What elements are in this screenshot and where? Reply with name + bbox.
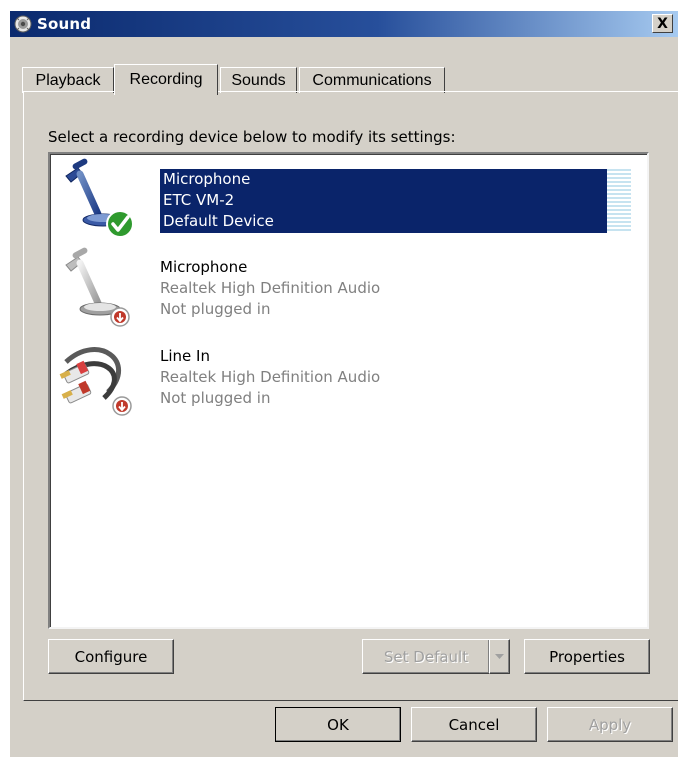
line-in-unplugged-icon bbox=[59, 347, 132, 416]
speaker-icon bbox=[14, 15, 32, 33]
list-item[interactable]: Microphone Realtek High Definition Audio… bbox=[50, 243, 645, 331]
device-name: Microphone bbox=[163, 170, 251, 188]
cancel-button-label: Cancel bbox=[448, 715, 500, 734]
device-list[interactable]: Microphone ETC VM-2 Default Device Micro… bbox=[48, 152, 649, 629]
close-button[interactable]: X bbox=[652, 14, 673, 33]
device-name: Microphone bbox=[160, 258, 248, 276]
level-meter bbox=[607, 169, 631, 233]
properties-button[interactable]: Properties bbox=[524, 639, 650, 674]
tab-communications[interactable]: Communications bbox=[299, 67, 445, 93]
ok-button-label: OK bbox=[327, 715, 349, 734]
configure-button[interactable]: Configure bbox=[48, 639, 174, 674]
title-bar[interactable]: Sound X bbox=[10, 11, 678, 37]
chevron-down-icon bbox=[495, 653, 504, 659]
list-item[interactable]: Line In Realtek High Definition Audio No… bbox=[50, 332, 645, 420]
device-driver: Realtek High Definition Audio bbox=[160, 368, 381, 386]
tab-recording-label: Recording bbox=[129, 71, 203, 88]
device-label: Microphone Realtek High Definition Audio… bbox=[160, 257, 380, 320]
device-label: Line In Realtek High Definition Audio No… bbox=[160, 346, 380, 409]
device-status: Not plugged in bbox=[160, 389, 271, 407]
set-default-button[interactable]: Set Default bbox=[362, 639, 490, 674]
device-status: Not plugged in bbox=[160, 300, 271, 318]
device-status: Default Device bbox=[163, 212, 274, 230]
tab-playback-label: Playback bbox=[35, 71, 101, 89]
cancel-button[interactable]: Cancel bbox=[411, 707, 537, 742]
device-name: Line In bbox=[160, 347, 210, 365]
instruction-text: Select a recording device below to modif… bbox=[48, 128, 456, 146]
device-driver: Realtek High Definition Audio bbox=[160, 279, 381, 297]
microphone-unplugged-icon bbox=[65, 247, 130, 327]
tab-communications-label: Communications bbox=[312, 71, 432, 89]
window-title: Sound bbox=[37, 15, 92, 33]
sound-dialog: Sound X Playback Recording Sounds Commun… bbox=[9, 10, 678, 757]
microphone-default-icon bbox=[65, 158, 134, 238]
tab-sounds[interactable]: Sounds bbox=[220, 67, 297, 93]
apply-button-label: Apply bbox=[588, 715, 632, 734]
device-driver: ETC VM-2 bbox=[163, 191, 235, 209]
tab-strip: Playback Recording Sounds Communications bbox=[22, 63, 662, 95]
device-label-selected: Microphone ETC VM-2 Default Device bbox=[160, 169, 607, 233]
configure-button-label: Configure bbox=[74, 647, 148, 666]
list-item[interactable]: Microphone ETC VM-2 Default Device bbox=[50, 154, 645, 242]
properties-button-label: Properties bbox=[549, 647, 625, 666]
tab-sounds-label: Sounds bbox=[231, 71, 286, 89]
ok-button[interactable]: OK bbox=[275, 707, 401, 742]
close-icon: X bbox=[657, 15, 668, 32]
tab-recording[interactable]: Recording bbox=[114, 64, 218, 95]
tab-playback[interactable]: Playback bbox=[22, 67, 114, 93]
set-default-dropdown-button[interactable] bbox=[489, 639, 510, 674]
set-default-button-label: Set Default bbox=[383, 647, 469, 666]
apply-button[interactable]: Apply bbox=[547, 707, 673, 742]
